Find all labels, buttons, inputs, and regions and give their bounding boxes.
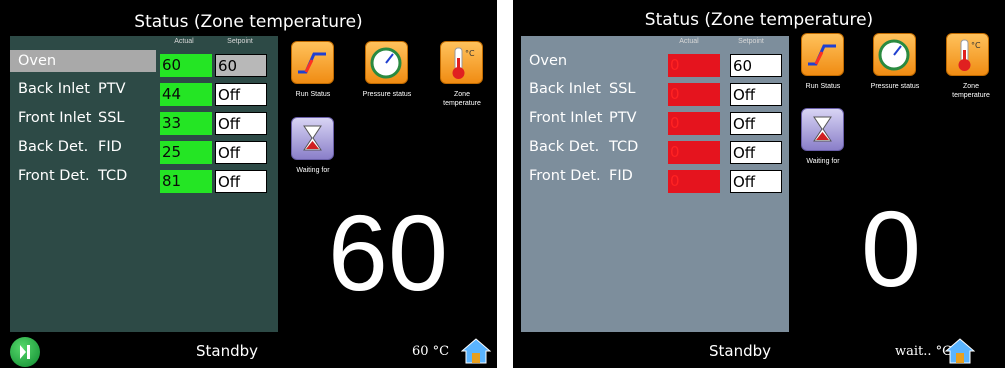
pressure-gauge-icon: [878, 39, 910, 71]
bottom-status-bar: Standby 60 °C: [0, 334, 497, 368]
row-det-front-det: TCD: [98, 168, 128, 184]
row-label-oven: Oven: [18, 53, 57, 69]
row-det-front-det: FID: [609, 168, 633, 184]
setpoint-back-det[interactable]: Off: [730, 141, 782, 164]
run-status-icon: [808, 44, 836, 66]
zone-temperature-button[interactable]: °C: [946, 33, 989, 76]
setpoint-back-det[interactable]: Off: [215, 141, 267, 164]
svg-text:°C: °C: [971, 41, 981, 50]
run-status-icon: [298, 52, 326, 74]
actual-back-det: 0: [668, 141, 720, 164]
row-label-oven: Oven: [529, 53, 568, 69]
row-label-front-det: Front Det.: [18, 168, 90, 184]
thermometer-icon: °C: [958, 39, 981, 71]
row-det-back-inlet: PTV: [98, 81, 126, 97]
play-icon: [20, 345, 30, 359]
col-header-actual: Actual: [174, 38, 194, 45]
zone-temperature-caption: Zone temperature: [952, 83, 990, 99]
svg-text:°C: °C: [465, 49, 475, 58]
play-button[interactable]: [10, 337, 40, 367]
screen-title: Status (Zone temperature): [134, 12, 363, 32]
oven-temp-readout: 60 °C: [412, 344, 450, 359]
zone-temperature-caption: Zone temperature: [443, 91, 481, 107]
oven-temp-readout: wait.. °C: [895, 344, 953, 359]
setpoint-front-inlet[interactable]: Off: [215, 112, 267, 135]
screen-title: Status (Zone temperature): [644, 10, 874, 30]
col-header-actual: Actual: [679, 38, 699, 45]
actual-front-inlet: 0: [668, 112, 720, 135]
pressure-gauge-icon: [370, 47, 402, 79]
row-label-back-inlet: Back Inlet: [529, 81, 601, 97]
actual-front-det: 81: [160, 170, 212, 193]
actual-back-inlet: 0: [668, 83, 720, 106]
status-label: Standby: [196, 342, 259, 360]
zone-temperature-panel: Actual Setpoint Oven Back Inlet PTV Fron…: [10, 36, 278, 332]
row-label-front-inlet: Front Inlet: [529, 110, 603, 126]
row-det-back-det: TCD: [609, 139, 639, 155]
hourglass-icon: [813, 116, 832, 142]
bottom-status-bar: Standby wait.. °C: [513, 334, 1005, 368]
row-det-back-inlet: SSL: [609, 81, 636, 97]
gc-screen-right: Status (Zone temperature) Actual Setpoin…: [513, 0, 1005, 368]
waiting-for-button[interactable]: [291, 117, 334, 160]
actual-front-inlet: 33: [160, 112, 212, 135]
home-icon[interactable]: [461, 338, 491, 364]
row-label-back-det: Back Det.: [18, 139, 89, 155]
waiting-for-caption: Waiting for: [806, 158, 840, 165]
setpoint-front-det[interactable]: Off: [730, 170, 782, 193]
zone-temperature-button[interactable]: °C: [440, 41, 483, 84]
hourglass-icon: [303, 125, 322, 151]
row-label-back-inlet: Back Inlet: [18, 81, 90, 97]
row-det-front-inlet: PTV: [609, 110, 637, 126]
actual-back-inlet: 44: [160, 83, 212, 106]
actual-oven: 60: [160, 54, 212, 77]
status-label: Standby: [709, 342, 772, 360]
row-det-back-det: FID: [98, 139, 122, 155]
row-label-front-det: Front Det.: [529, 168, 601, 184]
big-temperature-value: 60: [327, 192, 449, 313]
actual-front-det: 0: [668, 170, 720, 193]
run-status-caption: Run Status: [805, 83, 841, 90]
run-status-button[interactable]: [801, 33, 844, 76]
waiting-for-caption: Waiting for: [296, 167, 330, 174]
run-status-caption: Run Status: [295, 91, 331, 98]
col-header-setpoint: Setpoint: [227, 38, 253, 45]
waiting-for-button[interactable]: [801, 108, 844, 151]
pressure-status-caption: Pressure status: [870, 83, 920, 90]
home-icon[interactable]: [945, 338, 975, 364]
setpoint-front-det[interactable]: Off: [215, 170, 267, 193]
setpoint-front-inlet[interactable]: Off: [730, 112, 782, 135]
setpoint-back-inlet[interactable]: Off: [730, 83, 782, 106]
big-temperature-value: 0: [860, 188, 922, 309]
row-label-front-inlet: Front Inlet: [18, 110, 92, 126]
pressure-status-button[interactable]: [873, 33, 916, 76]
zone-temperature-panel: Actual Setpoint Oven Back Inlet SSL Fron…: [521, 36, 789, 332]
row-label-back-det: Back Det.: [529, 139, 600, 155]
col-header-setpoint: Setpoint: [738, 38, 764, 45]
setpoint-back-inlet[interactable]: Off: [215, 83, 267, 106]
actual-back-det: 25: [160, 141, 212, 164]
actual-oven: 0: [668, 54, 720, 77]
setpoint-oven[interactable]: 60: [730, 54, 782, 77]
pressure-status-button[interactable]: [365, 41, 408, 84]
run-status-button[interactable]: [291, 41, 334, 84]
gc-screen-left: Status (Zone temperature) Actual Setpoin…: [0, 0, 497, 368]
setpoint-oven[interactable]: 60: [215, 54, 267, 77]
pressure-status-caption: Pressure status: [362, 91, 412, 98]
row-det-front-inlet: SSL: [98, 110, 125, 126]
thermometer-icon: °C: [452, 47, 475, 79]
